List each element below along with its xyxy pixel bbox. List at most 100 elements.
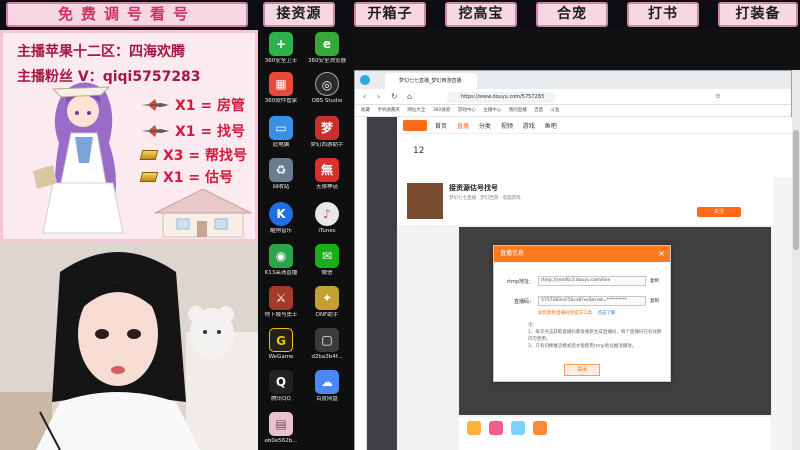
- room-title: 接资源估号找号: [449, 184, 498, 192]
- nav-home[interactable]: 首页: [435, 123, 447, 130]
- bookmark-item[interactable]: 360搜索: [433, 108, 451, 113]
- wuxian-icon: 無: [315, 158, 339, 182]
- streamer-info-card: 主播苹果十二区：四海欢腾 主播粉丝 V：qiqi5757283 X1 = 房管 …: [0, 30, 258, 242]
- rtmp-field[interactable]: rtmp://sendtc3.douyu.com/live: [538, 276, 646, 286]
- gift-icon[interactable]: [533, 421, 547, 435]
- hint-text: 如何复制直播码到官方工具: [538, 311, 592, 316]
- gift-icon[interactable]: [467, 421, 481, 435]
- desktop-area: + 360安全卫士 e 360安全浏览器 ▦ 360软件管家 ◎ OBS Stu…: [258, 30, 354, 450]
- menu-icon[interactable]: ≡: [715, 92, 721, 100]
- desktop-icon-file[interactable]: ▢ d2ba3b4f...: [306, 328, 348, 374]
- 360-browser-icon: e: [315, 32, 339, 56]
- desktop-icon-k13[interactable]: ◉ K13高清直播: [260, 244, 302, 290]
- prize-row-3: X3 = 帮找号: [139, 145, 248, 165]
- copy-rtmp-button[interactable]: 复制: [650, 278, 659, 284]
- desktop-icon-itunes[interactable]: ♪ iTunes: [306, 202, 348, 248]
- 360-security-icon: +: [269, 32, 293, 56]
- desktop-icon-obs[interactable]: ◎ OBS Studio: [306, 72, 348, 118]
- rtmp-row: rtmp地址： rtmp://sendtc3.douyu.com/live 复制: [502, 276, 659, 286]
- note-1: 1、每次点击获取直播码都会重新生成直播码，每个直播码在有效期内可使用。: [528, 330, 662, 342]
- bookmark-item[interactable]: 游戏中心: [458, 108, 476, 113]
- douyu-header: 首页 直播 分类 视频 游戏 鱼吧: [397, 117, 793, 133]
- dialog-close-button[interactable]: 关闭: [564, 364, 600, 376]
- banner-button-pet: 合宠: [536, 2, 608, 27]
- desktop-icon-kugou[interactable]: K 酷狗音乐: [260, 202, 302, 248]
- nav-category[interactable]: 分类: [479, 123, 491, 130]
- 360-software-icon: ▦: [269, 72, 293, 96]
- douyu-sidebar: [367, 117, 397, 450]
- itunes-icon: ♪: [315, 202, 339, 226]
- banner-button-book: 打书: [627, 2, 699, 27]
- room-avatar[interactable]: [407, 183, 443, 219]
- streamer-server-text: 主播苹果十二区：四海欢腾: [17, 44, 185, 60]
- dnf-helper-icon: ✦: [315, 286, 339, 310]
- page-scrollbar[interactable]: [792, 70, 800, 450]
- rtmp-label: rtmp地址：: [506, 278, 534, 285]
- nav-fishbar[interactable]: 鱼吧: [545, 123, 557, 130]
- forward-icon[interactable]: ›: [377, 92, 380, 101]
- stream-info-dialog: 直播信息 × rtmp地址： rtmp://sendtc3.douyu.com/…: [493, 245, 671, 382]
- desktop-icon-wegame[interactable]: G WeGame: [260, 328, 302, 374]
- bookmark-item[interactable]: 网址大全: [407, 108, 425, 113]
- bookmark-item[interactable]: 我的直播: [509, 108, 527, 113]
- plane-icon: [141, 99, 169, 111]
- desktop-icon-wechat[interactable]: ✉ 微信: [306, 244, 348, 290]
- scrollbar-thumb[interactable]: [793, 130, 799, 250]
- desktop-icon-baidu-netdisk[interactable]: ☁ 百度网盘: [306, 370, 348, 416]
- nav-game[interactable]: 游戏: [523, 123, 535, 130]
- hint-row: 如何复制直播码到官方工具 点击了解: [538, 310, 615, 316]
- browser-tab-title: 梦幻七七直播_梦幻西游直播: [399, 78, 462, 84]
- desktop-icon-qq[interactable]: Q 腾讯QQ: [260, 370, 302, 416]
- image-file-icon: ▤: [269, 412, 293, 436]
- note-2: 2、只有切换推流模式后才能使用rtmp地址推流播放。: [528, 344, 637, 349]
- bookmark-item[interactable]: 主播中心: [483, 108, 501, 113]
- browser-tabbar: 梦幻七七直播_梦幻西游直播: [355, 71, 791, 89]
- address-bar[interactable]: https://www.douyu.com/5757283: [447, 92, 555, 103]
- desktop-icon-wuxian[interactable]: 無 无限神话: [306, 158, 348, 204]
- bookmark-item[interactable]: 收藏: [361, 108, 370, 113]
- streamer-camera-image: [0, 242, 258, 450]
- browser-logo-icon: [360, 75, 370, 85]
- reload-icon[interactable]: ↻: [391, 92, 398, 101]
- close-icon[interactable]: ×: [658, 246, 665, 262]
- bookmark-item[interactable]: 斗鱼: [551, 108, 560, 113]
- browser-tab-active[interactable]: 梦幻七七直播_梦幻西游直播: [385, 73, 477, 89]
- cottage-illustration: [154, 188, 252, 238]
- prize-text-1: X1 = 房管: [175, 98, 246, 114]
- prize-text-3: X3 = 帮找号: [163, 148, 248, 164]
- recycle-bin-icon: ♻: [269, 158, 293, 182]
- desktop-icon-game-assistant[interactable]: 梦 梦幻西游助手: [306, 116, 348, 162]
- nav-video[interactable]: 视频: [501, 123, 513, 130]
- bookmarks-bar: 收藏 手机收藏夹 网址大全 360搜索 游戏中心 主播中心 我的直播 百度 斗鱼: [355, 105, 791, 117]
- plane-icon: [141, 125, 169, 137]
- desktop-icon-computer[interactable]: ▭ 此电脑: [260, 116, 302, 162]
- bookmark-item[interactable]: 手机收藏夹: [377, 108, 400, 113]
- copy-code-button[interactable]: 复制: [650, 298, 659, 304]
- dialog-notes: 注： 1、每次点击获取直播码都会重新生成直播码，每个直播码在有效期内可使用。 2…: [528, 322, 662, 350]
- douyu-logo-icon[interactable]: [403, 120, 427, 131]
- gold-bar-icon: [139, 150, 159, 160]
- desktop-icon-recycle-bin[interactable]: ♻ 回收站: [260, 158, 302, 204]
- home-icon[interactable]: ⌂: [407, 92, 412, 101]
- qq-icon: Q: [269, 370, 293, 394]
- browser-toolbar: ‹ › ↻ ⌂ https://www.douyu.com/5757283 ≡: [355, 89, 791, 105]
- top-banner: 免费调号看号 接资源 开箱子 挖高宝 合宠 打书 打装备: [0, 0, 800, 30]
- prize-text-2: X1 = 找号: [175, 124, 246, 140]
- note-title: 注：: [528, 323, 537, 328]
- banner-button-resource: 接资源: [263, 2, 335, 27]
- desktop-icon-360-software[interactable]: ▦ 360软件管家: [260, 72, 302, 118]
- learn-more-link[interactable]: 点击了解: [597, 311, 615, 316]
- browser-side-icons: [355, 117, 367, 450]
- desktop-icon-dnf[interactable]: ⚔ 地下城与勇士: [260, 286, 302, 332]
- desktop-icon-image-file[interactable]: ▤ eb0e562b...: [260, 412, 302, 450]
- stream-code-field[interactable]: 5757283rsF5Scs8?vsSecret=*********: [538, 296, 646, 306]
- nav-live[interactable]: 直播: [457, 123, 469, 130]
- gift-icon[interactable]: [489, 421, 503, 435]
- desktop-icon-dnf-helper[interactable]: ✦ DNF助手: [306, 286, 348, 332]
- follow-button[interactable]: 关注: [697, 207, 741, 217]
- banner-button-open-box: 开箱子: [354, 2, 426, 27]
- back-icon[interactable]: ‹: [363, 92, 366, 101]
- bookmark-item[interactable]: 百度: [534, 108, 543, 113]
- douyu-feature-row: 12: [397, 133, 793, 177]
- gift-icon[interactable]: [511, 421, 525, 435]
